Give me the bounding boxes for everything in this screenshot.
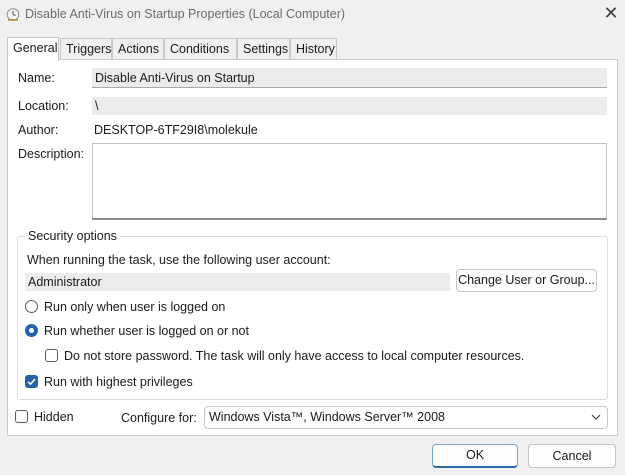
configure-for-dropdown[interactable]: Windows Vista™, Windows Server™ 2008 (204, 406, 608, 429)
close-icon[interactable]: ✕ (600, 3, 622, 23)
location-label: Location: (18, 99, 69, 113)
run-only-logged-on-label[interactable]: Run only when user is logged on (44, 300, 225, 314)
name-field[interactable]: Disable Anti-Virus on Startup (92, 68, 607, 88)
hidden-label[interactable]: Hidden (34, 410, 74, 424)
ok-button[interactable]: OK (432, 444, 518, 468)
tab-general[interactable]: General (7, 37, 59, 61)
hidden-checkbox[interactable] (15, 410, 28, 423)
do-not-store-password-checkbox[interactable] (45, 349, 58, 362)
run-only-logged-on-radio[interactable] (25, 300, 38, 313)
description-textarea[interactable] (92, 143, 607, 220)
cancel-button[interactable]: Cancel (528, 444, 616, 468)
highest-privileges-checkbox[interactable] (25, 375, 38, 388)
title-bar: Disable Anti-Virus on Startup Properties… (0, 0, 625, 30)
author-value: DESKTOP-6TF29I8\molekule (94, 123, 258, 137)
location-field[interactable]: \ (92, 97, 607, 115)
tab-actions[interactable]: Actions (112, 38, 164, 60)
checkmark-icon (27, 378, 36, 386)
task-scheduler-clock-icon (6, 8, 20, 21)
tab-conditions[interactable]: Conditions (164, 38, 237, 60)
name-label: Name: (18, 71, 55, 85)
do-not-store-password-label[interactable]: Do not store password. The task will onl… (64, 349, 524, 363)
chevron-down-icon (591, 414, 601, 420)
author-label: Author: (18, 123, 59, 137)
general-tab-panel: Name: Disable Anti-Virus on Startup Loca… (7, 59, 618, 436)
tab-triggers[interactable]: Triggers (60, 38, 112, 60)
window-title: Disable Anti-Virus on Startup Properties… (25, 7, 346, 21)
account-prompt: When running the task, use the following… (27, 253, 331, 267)
run-whether-logged-on-label[interactable]: Run whether user is logged on or not (44, 324, 249, 338)
highest-privileges-label[interactable]: Run with highest privileges (44, 375, 193, 389)
tab-settings[interactable]: Settings (237, 38, 290, 60)
run-whether-logged-on-radio[interactable] (25, 324, 38, 337)
configure-for-value: Windows Vista™, Windows Server™ 2008 (209, 410, 445, 424)
description-label: Description: (18, 147, 84, 161)
security-options-title: Security options (25, 229, 120, 243)
change-user-or-group-button[interactable]: Change User or Group... (456, 269, 597, 292)
configure-for-label: Configure for: (121, 411, 197, 425)
user-account-field: Administrator (25, 273, 450, 291)
properties-dialog: Disable Anti-Virus on Startup Properties… (0, 0, 625, 475)
tab-history[interactable]: History (290, 38, 337, 60)
